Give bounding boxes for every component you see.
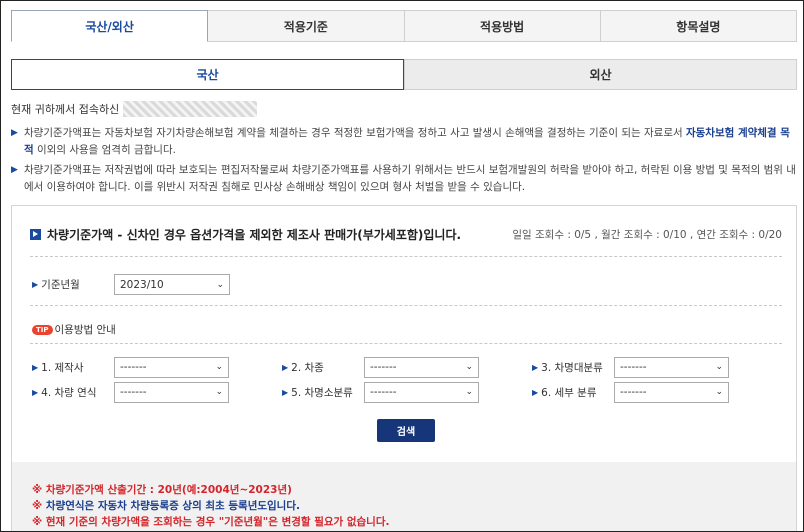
triangle-bullet-icon: ▶: [532, 362, 539, 372]
triangle-bullet-icon: ▶: [32, 387, 39, 397]
divider: [30, 305, 782, 306]
chevron-down-icon: ⌄: [465, 387, 473, 397]
filter-detail-class: ▶ 6. 세부 분류 ------- ⌄: [532, 381, 729, 403]
chevron-down-icon: ⌄: [715, 387, 723, 397]
top-tab-bar: 국산/외산 적용기준 적용방법 항목설명: [11, 10, 797, 42]
footer-notes: ※ 차량기준가액 산출기간 : 20년(예:2004년~2023년) ※ 차량연…: [12, 462, 796, 531]
play-square-icon: [30, 229, 41, 240]
sub-tab-domestic[interactable]: 국산: [11, 59, 404, 90]
triangle-bullet-icon: ▶: [11, 165, 18, 175]
divider: [30, 343, 782, 344]
note-base-month: ※ 현재 기준의 차량가액을 조회하는 경우 "기준년월"은 변경할 필요가 없…: [32, 516, 390, 528]
access-info-label: 현재 귀하께서 접속하신: [11, 103, 120, 116]
triangle-bullet-icon: ▶: [11, 128, 18, 138]
manufacturer-select[interactable]: ------- ⌄: [114, 356, 229, 378]
model-major-select[interactable]: ------- ⌄: [614, 356, 729, 378]
filter-vehicle-type: ▶ 2. 차종 ------- ⌄: [282, 356, 479, 378]
query-count-status: 일일 조회수 : 0/5 , 월간 조회수 : 0/10 , 연간 조회수 : …: [512, 229, 782, 241]
model-minor-select[interactable]: ------- ⌄: [364, 381, 479, 403]
triangle-bullet-icon: ▶: [32, 280, 39, 289]
chevron-down-icon: ⌄: [216, 279, 224, 290]
base-month-row: ▶ 기준년월 2023/10 ⌄: [32, 274, 230, 295]
base-month-label: ▶ 기준년월: [32, 279, 80, 291]
tab-method[interactable]: 적용방법: [404, 10, 601, 42]
usage-guide-link[interactable]: TIP 이용방법 안내: [32, 322, 116, 337]
divider: [30, 256, 782, 257]
filter-model-minor: ▶ 5. 차명소분류 ------- ⌄: [282, 381, 479, 403]
sub-tab-foreign[interactable]: 외산: [404, 59, 797, 90]
notice-list: ▶ 차량기준가액표는 자동차보험 자기차량손해보험 계약을 체결하는 경우 적정…: [11, 125, 797, 199]
chevron-down-icon: ⌄: [215, 362, 223, 372]
panel-header: 차량기준가액 - 신차인 경우 옵션가격을 제외한 제조사 판매가(부가세포함)…: [30, 226, 782, 243]
notice-usage: ▶ 차량기준가액표는 자동차보험 자기차량손해보험 계약을 체결하는 경우 적정…: [11, 127, 790, 156]
chevron-down-icon: ⌄: [215, 387, 223, 397]
detail-class-select[interactable]: ------- ⌄: [614, 381, 729, 403]
panel-title: 차량기준가액 - 신차인 경우 옵션가격을 제외한 제조사 판매가(부가세포함)…: [30, 226, 461, 243]
notice-copyright: ▶ 차량기준가액표는 저작권법에 따라 보호되는 편집저작물로써 차량기준가액표…: [11, 164, 796, 193]
note-calc-period: ※ 차량기준가액 산출기간 : 20년(예:2004년~2023년): [32, 484, 292, 496]
base-month-select[interactable]: 2023/10 ⌄: [114, 274, 230, 295]
redacted-access-info: [123, 101, 258, 117]
filter-vehicle-year: ▶ 4. 차량 연식 ------- ⌄: [32, 381, 229, 403]
sub-tab-bar: 국산 외산: [11, 59, 797, 90]
page-frame: 국산/외산 적용기준 적용방법 항목설명 국산 외산 현재 귀하께서 접속하신 …: [0, 0, 804, 532]
filter-manufacturer: ▶ 1. 제작사 ------- ⌄: [32, 356, 229, 378]
access-info: 현재 귀하께서 접속하신: [11, 101, 258, 117]
search-button[interactable]: 검색: [377, 419, 435, 442]
filter-model-major: ▶ 3. 차명대분류 ------- ⌄: [532, 356, 729, 378]
filter-row-2: ▶ 4. 차량 연식 ------- ⌄ ▶ 5. 차명소분류 ------- ⌄ ▶ 6…: [32, 381, 772, 403]
chevron-down-icon: ⌄: [715, 362, 723, 372]
chevron-down-icon: ⌄: [465, 362, 473, 372]
tab-domestic-foreign[interactable]: 국산/외산: [11, 10, 209, 42]
vehicle-type-select[interactable]: ------- ⌄: [364, 356, 479, 378]
note-vehicle-year: ※ 차량연식은 자동차 차량등록증 상의 최초 등록년도입니다.: [32, 500, 300, 512]
tip-badge: TIP: [32, 324, 53, 335]
vehicle-year-select[interactable]: ------- ⌄: [114, 381, 229, 403]
triangle-bullet-icon: ▶: [282, 362, 289, 372]
filter-row-1: ▶ 1. 제작사 ------- ⌄ ▶ 2. 차종 ------- ⌄ ▶ 3. 차명대…: [32, 356, 772, 378]
triangle-bullet-icon: ▶: [532, 387, 539, 397]
search-panel: 차량기준가액 - 신차인 경우 옵션가격을 제외한 제조사 판매가(부가세포함)…: [11, 205, 797, 531]
triangle-bullet-icon: ▶: [32, 362, 39, 372]
tab-item-description[interactable]: 항목설명: [600, 10, 797, 42]
triangle-bullet-icon: ▶: [282, 387, 289, 397]
tab-criteria[interactable]: 적용기준: [208, 10, 405, 42]
